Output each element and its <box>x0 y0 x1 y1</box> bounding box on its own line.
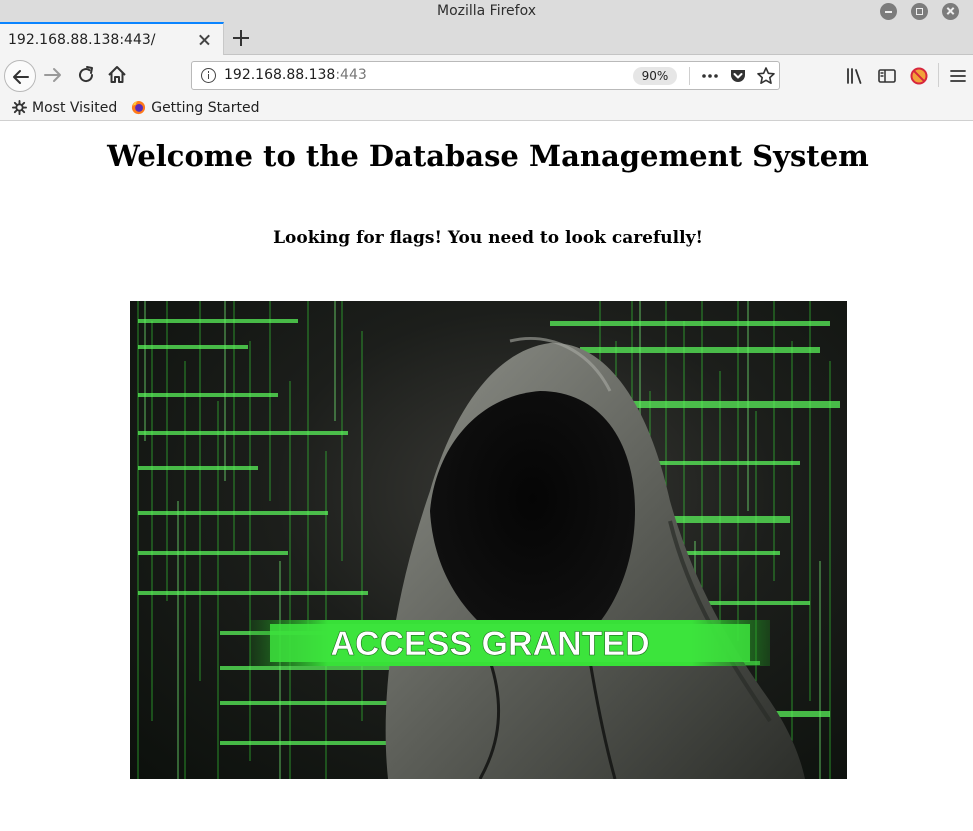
reload-button[interactable] <box>75 64 99 88</box>
forward-button[interactable] <box>42 64 66 88</box>
tab-close-icon[interactable] <box>195 30 215 50</box>
arrow-left-icon <box>13 70 29 84</box>
gear-icon <box>12 100 27 115</box>
menu-button[interactable] <box>947 65 969 87</box>
maximize-button[interactable] <box>911 2 928 20</box>
tab-active[interactable]: 192.168.88.138:443/ <box>0 22 224 55</box>
pocket-icon <box>731 70 745 82</box>
page-title: Welcome to the Database Management Syste… <box>107 139 869 173</box>
page-actions-button[interactable] <box>700 66 720 86</box>
bookmark-label: Most Visited <box>32 99 118 116</box>
url-host: 192.168.88.138 <box>224 67 336 83</box>
close-window-button[interactable] <box>942 2 959 20</box>
pocket-button[interactable] <box>728 66 748 86</box>
bookmark-label: Getting Started <box>151 99 260 116</box>
back-button[interactable] <box>4 60 36 92</box>
bookmarks-toolbar: Most Visited Getting Started <box>0 95 973 121</box>
tab-strip: 192.168.88.138:443/ <box>0 22 973 55</box>
star-icon <box>757 67 775 84</box>
home-icon <box>108 66 126 83</box>
url-separator <box>689 67 690 85</box>
navigation-bar: 192.168.88.138:443 90% <box>0 55 973 95</box>
url-port: :443 <box>335 67 367 83</box>
tab-title: 192.168.88.138:443/ <box>8 31 156 48</box>
home-button[interactable] <box>106 64 130 88</box>
sidebar-icon <box>878 69 896 83</box>
addon-button[interactable] <box>908 65 930 87</box>
more-horizontal-icon <box>702 74 718 78</box>
zoom-level-badge[interactable]: 90% <box>633 67 677 85</box>
info-icon[interactable] <box>201 68 216 83</box>
new-tab-button[interactable] <box>230 27 252 49</box>
hooded-hacker-illustration: ACCESS GRANTED <box>137 301 840 779</box>
window-controls <box>880 0 959 22</box>
hacker-image: ACCESS GRANTED <box>130 301 847 779</box>
page-content: Welcome to the Database Management Syste… <box>0 121 973 831</box>
bookmark-star-button[interactable] <box>756 66 776 86</box>
url-text[interactable]: 192.168.88.138:443 <box>224 67 367 83</box>
minimize-button[interactable] <box>880 2 897 20</box>
url-bar[interactable]: 192.168.88.138:443 90% <box>191 61 780 90</box>
sidebar-button[interactable] <box>876 65 898 87</box>
toolbar-separator <box>938 63 939 87</box>
library-icon <box>847 68 862 84</box>
window-title: Mozilla Firefox <box>436 3 537 19</box>
bookmark-getting-started[interactable]: Getting Started <box>131 100 259 116</box>
hamburger-menu-icon <box>950 70 966 82</box>
firefox-icon <box>132 100 146 115</box>
arrow-right-icon <box>44 68 61 82</box>
blocked-addon-icon <box>910 67 928 85</box>
bookmark-most-visited[interactable]: Most Visited <box>12 100 117 116</box>
library-button[interactable] <box>844 65 866 87</box>
access-granted-text: ACCESS GRANTED <box>330 625 649 663</box>
reload-icon <box>79 66 94 83</box>
page-subtitle: Looking for flags! You need to look care… <box>273 228 703 248</box>
window-titlebar: Mozilla Firefox <box>0 0 973 22</box>
